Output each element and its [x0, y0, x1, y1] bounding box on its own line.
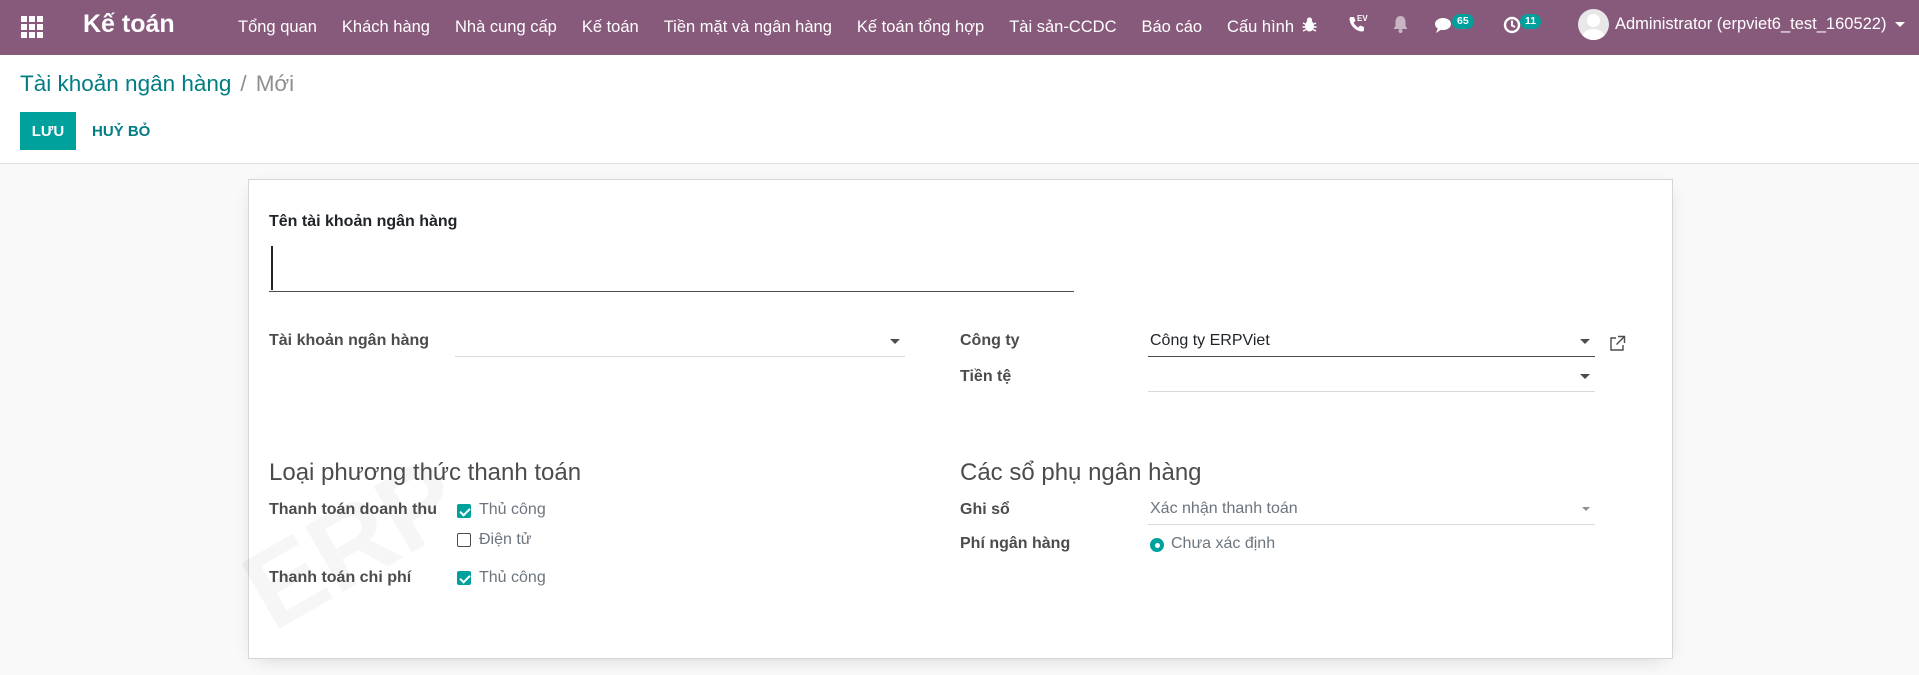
avatar	[1578, 9, 1609, 40]
post-at-select[interactable]: Xác nhận thanh toán	[1148, 497, 1595, 525]
name-label: Tên tài khoản ngân hàng	[269, 213, 458, 230]
menu-item-overview[interactable]: Tổng quan	[238, 18, 317, 37]
discard-button[interactable]: HUỶ BỎ	[92, 112, 150, 150]
bug-icon[interactable]	[1302, 16, 1317, 38]
breadcrumb-current: Mới	[255, 71, 295, 96]
menu-item-cash-and-bank[interactable]: Tiền mặt và ngân hàng	[664, 18, 832, 37]
bank-fee-label: Phí ngân hàng	[960, 535, 1071, 552]
text-cursor	[271, 246, 273, 290]
messages-icon[interactable]	[1434, 17, 1454, 39]
inbound-manual-label: Thủ công	[479, 501, 546, 518]
menu-item-configuration[interactable]: Cấu hình	[1227, 18, 1294, 37]
menu-item-vendors[interactable]: Nhà cung cấp	[455, 18, 557, 37]
breadcrumb: Tài khoản ngân hàng / Mới	[20, 71, 294, 97]
voip-label: EV	[1357, 14, 1368, 23]
company-select[interactable]: Công ty ERPViet	[1148, 329, 1595, 357]
payment-methods-title: Loại phương thức thanh toán	[269, 459, 582, 486]
company-label: Công ty	[960, 332, 1020, 349]
breadcrumb-parent-link[interactable]: Tài khoản ngân hàng	[20, 71, 231, 97]
outbound-payments-label: Thanh toán chi phí	[269, 569, 412, 586]
bank-account-label: Tài khoản ngân hàng	[269, 332, 430, 349]
apps-menu-icon[interactable]	[21, 16, 45, 38]
bank-account-name-input[interactable]	[269, 242, 1074, 292]
menu-item-general-accounting[interactable]: Kế toán tổng hợp	[857, 18, 984, 37]
main-menu: Tổng quan Khách hàng Nhà cung cấp Kế toá…	[238, 0, 1319, 55]
bank-journals-title: Các sổ phụ ngân hàng	[960, 459, 1202, 486]
bank-account-select[interactable]	[455, 329, 905, 357]
user-name: Administrator (erpviet6_test_160522)	[1615, 15, 1887, 33]
menu-item-customers[interactable]: Khách hàng	[342, 18, 430, 37]
inbound-electronic-checkbox[interactable]	[457, 533, 471, 547]
currency-select[interactable]	[1148, 364, 1595, 392]
menu-item-accounting[interactable]: Kế toán	[582, 18, 639, 37]
menu-item-assets[interactable]: Tài sản-CCDC	[1009, 18, 1116, 37]
messages-count-badge: 65	[1452, 14, 1474, 29]
bank-fee-value: Chưa xác định	[1171, 535, 1276, 552]
form-sheet: ERP Tên tài khoản ngân hàng Tài khoản ng…	[248, 179, 1673, 659]
chevron-down-icon	[1895, 22, 1906, 27]
chevron-down-icon	[1582, 507, 1590, 511]
app-brand[interactable]: Kế toán	[83, 10, 175, 39]
menu-item-reports[interactable]: Báo cáo	[1142, 18, 1203, 37]
save-button[interactable]: LƯU	[20, 112, 76, 150]
activities-count-badge: 11	[1520, 14, 1542, 29]
inbound-manual-checkbox[interactable]	[457, 504, 471, 518]
post-at-label: Ghi sổ	[960, 501, 1010, 518]
outbound-manual-label: Thủ công	[479, 569, 546, 586]
chevron-down-icon	[1580, 374, 1590, 379]
activities-clock-icon[interactable]	[1503, 16, 1521, 39]
outbound-manual-checkbox[interactable]	[457, 571, 471, 585]
external-link-icon[interactable]	[1609, 335, 1626, 357]
chevron-down-icon	[1580, 339, 1590, 344]
bank-fee-radio[interactable]	[1150, 538, 1164, 552]
breadcrumb-separator: /	[240, 71, 247, 96]
control-panel: Tài khoản ngân hàng / Mới LƯU HUỶ BỎ	[0, 55, 1919, 164]
chevron-down-icon	[890, 339, 900, 344]
bell-icon[interactable]	[1392, 15, 1409, 39]
user-menu[interactable]: Administrator (erpviet6_test_160522)	[1578, 9, 1906, 40]
inbound-payments-label: Thanh toán doanh thu	[269, 501, 437, 518]
currency-label: Tiền tệ	[960, 368, 1012, 385]
top-navbar: Kế toán Tổng quan Khách hàng Nhà cung cấ…	[0, 0, 1919, 55]
inbound-electronic-label: Điện tử	[479, 531, 532, 548]
